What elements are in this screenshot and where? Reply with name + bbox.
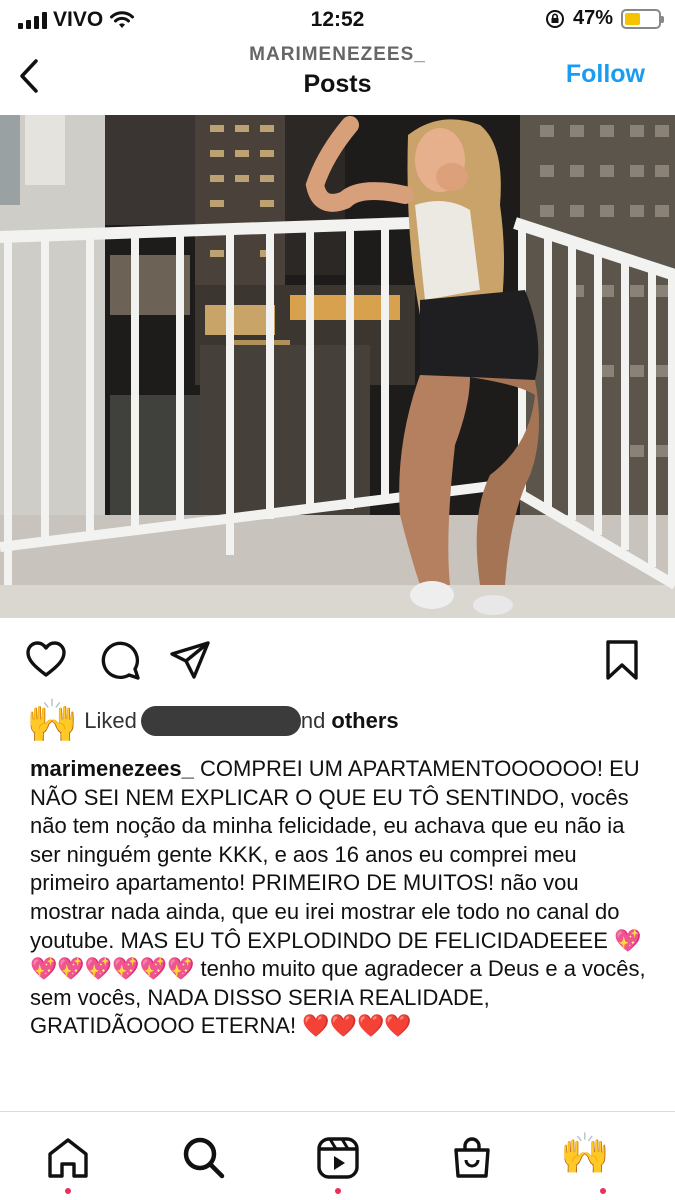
reels-notification-dot (335, 1188, 341, 1194)
header: MARIMENEZEES_ Posts Follow (0, 38, 675, 114)
profile-avatar[interactable]: 🙌 (560, 1134, 630, 1182)
caption-text: COMPREI UM APARTAMENTOOOOOO! EU NÃO SEI … (30, 756, 646, 1039)
caption-username[interactable]: marimenezees_ (30, 756, 194, 781)
profile-notification-dot (600, 1188, 606, 1194)
heart-icon[interactable] (24, 638, 68, 682)
home-notification-dot (65, 1188, 71, 1194)
redacted-username (140, 706, 301, 736)
home-icon[interactable] (44, 1134, 92, 1182)
liker-avatar: 🙌 (26, 697, 79, 744)
post-image[interactable] (0, 115, 675, 618)
battery-fill (625, 12, 641, 25)
post-actions (0, 638, 675, 684)
follow-button[interactable]: Follow (566, 60, 645, 89)
comment-icon[interactable] (98, 638, 142, 682)
bookmark-icon[interactable] (600, 638, 644, 682)
others-link[interactable]: others (331, 708, 398, 734)
status-right: 47% (545, 7, 664, 30)
reels-icon[interactable] (314, 1134, 362, 1182)
bottom-nav: 🙌 (0, 1111, 675, 1200)
share-icon[interactable] (168, 638, 212, 682)
shop-icon[interactable] (448, 1134, 496, 1182)
post-caption: marimenezees_ COMPREI UM APARTAMENTOOOOO… (30, 755, 650, 1041)
battery-percent: 47% (572, 7, 613, 29)
profile-avatar-emoji: 🙌 (560, 1132, 610, 1176)
rotation-lock-icon (545, 9, 564, 28)
likes-row[interactable]: 🙌 Liked nd others (26, 693, 399, 749)
post-photo (0, 115, 675, 618)
status-bar: VIVO 12:52 47% (0, 0, 675, 38)
liked-suffix: nd (300, 708, 326, 733)
search-icon[interactable] (180, 1134, 228, 1182)
battery-icon (621, 8, 664, 29)
liked-label: Liked (84, 708, 137, 733)
